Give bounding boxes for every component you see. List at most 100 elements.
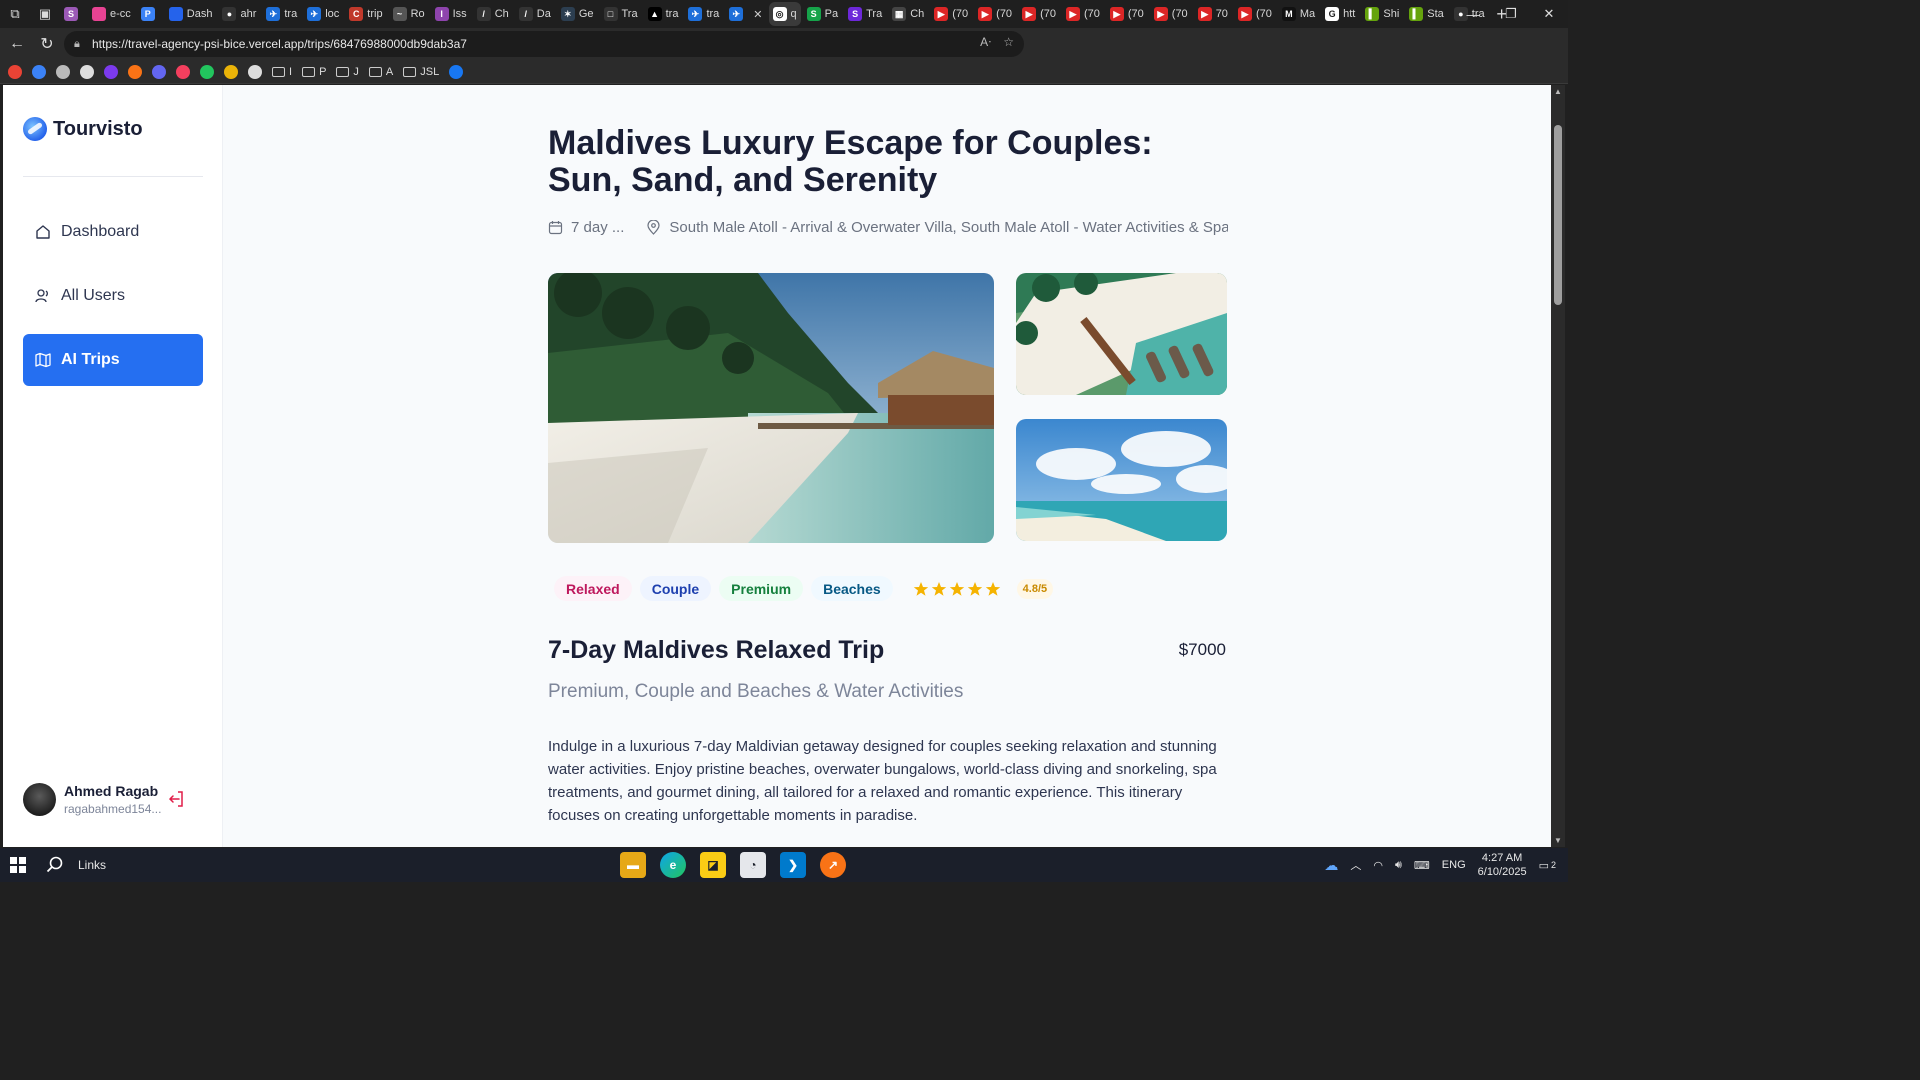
browser-tab[interactable]: ~ Ro — [389, 2, 429, 26]
browser-tab[interactable]: / Ch — [473, 2, 513, 26]
taskbar-search[interactable]: Links — [46, 856, 106, 874]
browser-tab[interactable]: ▲ tra — [644, 2, 683, 26]
sticky-notes-icon[interactable]: ◪ — [700, 852, 726, 878]
tab-favicon-icon — [168, 7, 183, 21]
browser-tab[interactable]: Dash — [165, 2, 217, 26]
clock[interactable]: 4:27 AM 6/10/2025 — [1478, 851, 1527, 879]
browser-tab[interactable]: P — [137, 2, 163, 26]
browser-tab[interactable]: ▶ (70 — [930, 2, 972, 26]
favorite-star-icon[interactable]: ☆ — [1003, 35, 1014, 49]
browser-tab[interactable]: ▶ (70 — [1234, 2, 1276, 26]
tab-close-icon[interactable]: ✕ — [753, 8, 762, 21]
trip-photo-aerial[interactable] — [1016, 273, 1227, 395]
bookmark-folder[interactable]: P — [302, 66, 326, 78]
browser-tab[interactable]: S Pa — [803, 2, 842, 26]
tab-favicon-icon: ✈ — [307, 7, 322, 21]
browser-tab[interactable]: ◎ q — [768, 2, 801, 26]
bookmark-item[interactable] — [176, 64, 190, 79]
browser-tab[interactable]: ▶ (70 — [974, 2, 1016, 26]
close-window-icon[interactable]: ✕ — [1530, 0, 1568, 28]
browser-tab[interactable]: ▶ (70 — [1018, 2, 1060, 26]
browser-tab[interactable]: ✶ Ge — [557, 2, 598, 26]
postman-icon[interactable]: ↗ — [820, 852, 846, 878]
browser-tab[interactable]: □ Tra — [600, 2, 642, 26]
browser-tab[interactable]: e-cc — [88, 2, 135, 26]
browser-tab[interactable]: S Tra — [844, 2, 886, 26]
bookmark-item[interactable] — [200, 64, 214, 79]
browser-tab[interactable]: ▶ (70 — [1062, 2, 1104, 26]
browser-tab[interactable]: ▍ Sta — [1405, 2, 1448, 26]
weather-icon[interactable]: ☁ — [1324, 857, 1338, 874]
bookmark-item[interactable] — [128, 64, 142, 79]
bookmark-item[interactable] — [80, 64, 94, 79]
workspaces-icon[interactable]: ⧉ — [0, 0, 30, 28]
show-hidden-icons-icon[interactable]: ︿ — [1350, 857, 1361, 873]
windows-start-icon[interactable] — [0, 848, 36, 882]
browser-tab[interactable]: Ghtt — [1321, 2, 1359, 26]
bookmark-favicon-icon — [128, 64, 142, 79]
browser-tab[interactable]: ✈ tra — [262, 2, 301, 26]
volume-icon[interactable]: 🔊︎ — [1395, 859, 1402, 872]
language-indicator[interactable]: ENG — [1442, 859, 1466, 871]
browser-tab[interactable]: ▶ (70 — [1150, 2, 1192, 26]
sidebar-item-ai-trips[interactable]: AI Trips — [23, 334, 203, 386]
browser-tab[interactable]: ✈ ✕ — [725, 2, 766, 26]
bookmark-item[interactable] — [56, 64, 70, 79]
browser-tab[interactable]: ✈ loc — [303, 2, 343, 26]
page-scrollbar[interactable]: ▲ ▼ — [1551, 85, 1565, 847]
tag-chip[interactable]: Premium — [719, 576, 804, 601]
bookmark-item[interactable] — [32, 64, 46, 79]
scrollbar-thumb[interactable] — [1554, 125, 1562, 305]
browser-tab[interactable]: M Ma — [1278, 2, 1319, 26]
bookmark-folder[interactable]: I — [272, 66, 292, 78]
bookmark-folder[interactable]: A — [368, 66, 393, 78]
edge-browser-icon[interactable]: e — [660, 852, 686, 878]
tag-chip[interactable]: Beaches — [811, 576, 893, 601]
minimize-icon[interactable]: — — [1454, 0, 1492, 28]
browser-tab[interactable]: ▶ 70 — [1194, 2, 1232, 26]
network-icon[interactable]: ◠ — [1373, 859, 1383, 872]
trip-locations: South Male Atoll - Arrival & Overwater V… — [669, 219, 1228, 236]
trip-main-photo[interactable] — [548, 273, 994, 543]
refresh-icon[interactable]: ↻ — [32, 29, 62, 59]
taskbar-apps: ▬ e ◪ ◔ ❯ ↗ — [620, 852, 846, 878]
trip-photo-beach[interactable] — [1016, 419, 1227, 541]
browser-tab[interactable]: I Iss — [431, 2, 471, 26]
back-icon[interactable]: ← — [2, 29, 32, 59]
browser-tab[interactable]: ▦ Ch — [888, 2, 928, 26]
tab-favicon-icon: ▲ — [647, 7, 662, 21]
tag-chip[interactable]: Relaxed — [554, 576, 632, 601]
browser-tab[interactable]: ▶ (70 — [1106, 2, 1148, 26]
logout-icon[interactable] — [167, 789, 187, 809]
scroll-down-icon[interactable]: ▼ — [1554, 836, 1562, 845]
sidebar-item-dashboard[interactable]: Dashboard — [23, 206, 203, 258]
restore-icon[interactable]: ❐ — [1492, 0, 1530, 28]
bookmark-folder[interactable]: JSL — [403, 66, 439, 78]
scroll-up-icon[interactable]: ▲ — [1554, 87, 1562, 96]
bookmark-folder[interactable]: J — [336, 66, 359, 78]
browser-tab[interactable]: Ctrip — [345, 2, 386, 26]
browser-tab[interactable]: ▍ Shi — [1361, 2, 1403, 26]
bookmark-item[interactable] — [152, 64, 166, 79]
tag-chip[interactable]: Couple — [639, 576, 712, 601]
browser-tab[interactable]: / Da — [515, 2, 555, 26]
read-aloud-icon[interactable]: Aᐧ — [980, 35, 991, 49]
bookmark-item[interactable] — [104, 64, 118, 79]
notifications-icon[interactable]: ▭ 2 — [1539, 859, 1556, 872]
browser-tab[interactable]: ● ahr — [218, 2, 260, 26]
avatar[interactable] — [23, 783, 56, 816]
bookmark-item[interactable] — [449, 64, 464, 79]
sidebar-item-all-users[interactable]: All Users — [23, 270, 203, 322]
tab-actions-icon[interactable]: ▣ — [30, 0, 60, 28]
url-field[interactable]: 🔒︎ https://travel-agency-psi-bice.vercel… — [64, 31, 1024, 57]
browser-tab[interactable]: ✈ tra — [684, 2, 723, 26]
bookmark-item[interactable] — [8, 64, 22, 79]
bookmark-item[interactable] — [224, 64, 238, 79]
brand[interactable]: Tourvisto — [23, 117, 143, 141]
app-icon[interactable]: ◔ — [740, 852, 766, 878]
browser-tab[interactable]: S — [60, 2, 86, 26]
vscode-icon[interactable]: ❯ — [780, 852, 806, 878]
bookmark-item[interactable] — [248, 64, 262, 79]
file-explorer-icon[interactable]: ▬ — [620, 852, 646, 878]
keyboard-icon[interactable]: ⌨ — [1414, 859, 1430, 872]
